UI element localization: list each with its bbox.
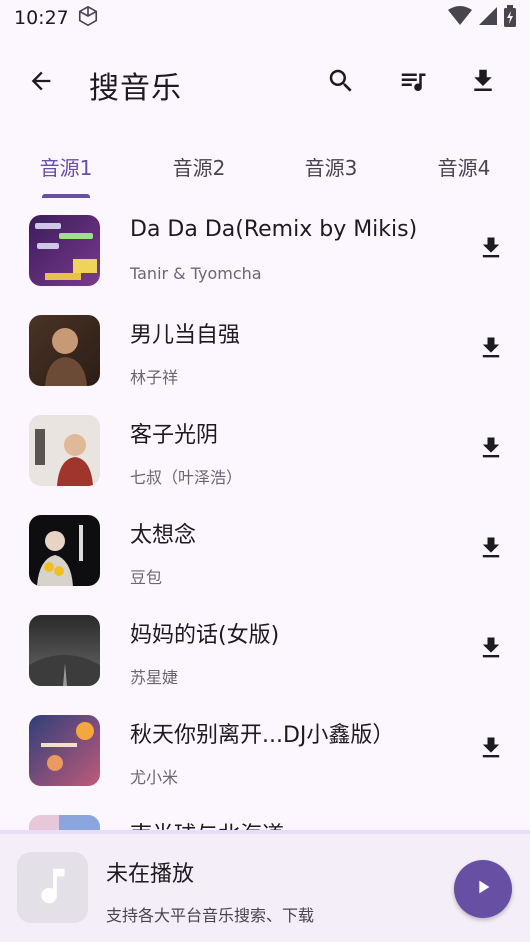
song-title: 妈妈的话(女版) [130,623,280,648]
download-button[interactable] [466,525,516,575]
download-button[interactable] [466,325,516,375]
battery-icon [504,4,516,32]
album-cover [29,315,100,386]
playlist-button[interactable] [389,59,437,107]
download-icon [477,734,505,766]
playlist-music-icon [398,66,428,100]
list-item[interactable]: 客子光阴 七叔（叶泽浩） [0,400,530,500]
status-bar: 10:27 [0,0,530,36]
wifi-icon [448,5,472,32]
download-all-button[interactable] [459,59,507,107]
source-tabs: 音源1 音源2 音源3 音源4 [0,138,530,200]
song-title: 客子光阴 [130,423,219,448]
list-item[interactable]: 南半球与北海道 [0,800,530,830]
download-button[interactable] [466,625,516,675]
page-title: 搜音乐 [89,71,182,106]
song-artist: 林子祥 [130,368,179,387]
search-icon [326,66,356,100]
list-item[interactable]: Da Da Da(Remix by Mikis) Tanir & Tyomcha [0,200,530,300]
play-icon [472,876,494,902]
tab-source-2[interactable]: 音源2 [144,138,254,194]
album-cover [29,815,100,830]
player-artwork [17,852,88,923]
download-icon [468,66,498,100]
search-button[interactable] [317,59,365,107]
download-icon [477,634,505,666]
album-cover [29,515,100,586]
list-item[interactable]: 男儿当自强 林子祥 [0,300,530,400]
download-button[interactable] [466,425,516,475]
tab-source-3[interactable]: 音源3 [276,138,386,194]
song-list[interactable]: Da Da Da(Remix by Mikis) Tanir & Tyomcha… [0,200,530,830]
song-artist: 七叔（叶泽浩） [130,468,243,487]
download-button[interactable] [466,225,516,275]
album-cover [29,715,100,786]
app-bar: 搜音乐 [0,50,530,116]
song-title: 太想念 [130,523,197,548]
tab-indicator [42,194,90,198]
song-title: 男儿当自强 [130,323,241,348]
download-icon [477,234,505,266]
song-artist: Tanir & Tyomcha [130,264,262,283]
download-icon [477,534,505,566]
list-item[interactable]: 妈妈的话(女版) 苏星婕 [0,600,530,700]
player-title: 未在播放 [106,862,195,887]
download-button[interactable] [466,725,516,775]
list-item[interactable]: 太想念 豆包 [0,500,530,600]
cube-icon [77,5,99,32]
song-title: 秋天你别离开...DJ小鑫版） [130,723,395,748]
arrow-left-icon [27,67,55,99]
music-note-icon [30,863,76,913]
song-artist: 豆包 [130,568,163,587]
download-icon [477,434,505,466]
signal-icon [478,6,498,31]
song-artist: 苏星婕 [130,668,179,687]
player-subtitle: 支持各大平台音乐搜索、下载 [106,906,315,925]
tab-source-1[interactable]: 音源1 [11,138,121,194]
song-title: Da Da Da(Remix by Mikis) [130,217,418,242]
download-icon [477,334,505,366]
album-cover [29,215,100,286]
back-button[interactable] [17,59,65,107]
song-artist: 尤小米 [130,768,179,787]
album-cover [29,615,100,686]
status-time: 10:27 [14,7,69,29]
album-cover [29,415,100,486]
tab-source-4[interactable]: 音源4 [409,138,519,194]
play-button[interactable] [454,860,512,918]
list-item[interactable]: 秋天你别离开...DJ小鑫版） 尤小米 [0,700,530,800]
song-title: 南半球与北海道 [130,817,284,830]
mini-player[interactable]: 未在播放 支持各大平台音乐搜索、下载 [0,830,530,942]
